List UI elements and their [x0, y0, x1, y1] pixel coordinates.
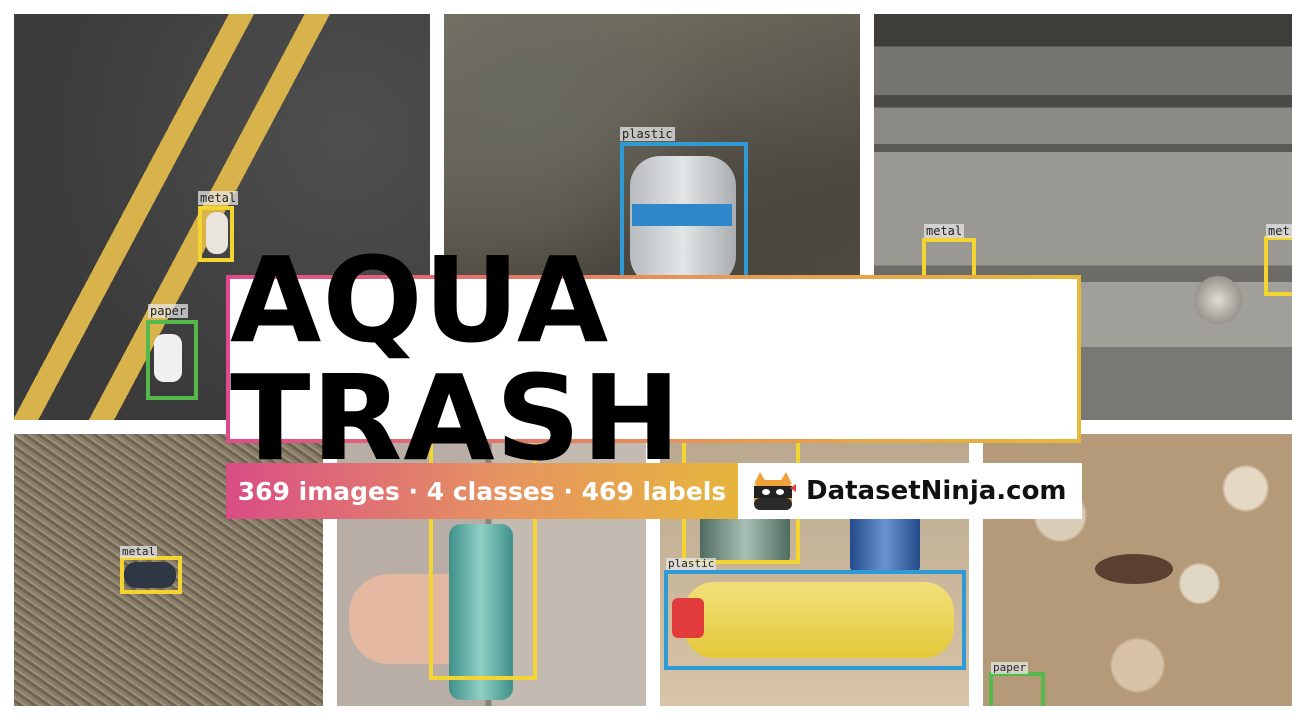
bbox-paper — [989, 672, 1045, 706]
dataset-stats: 369 images · 4 classes · 469 labels — [226, 463, 738, 519]
brand-badge[interactable]: DatasetNinja.com — [738, 463, 1082, 519]
bbox-plastic — [664, 570, 966, 670]
bbox-label-plastic: plastic — [620, 127, 675, 141]
bbox-metal — [198, 206, 234, 262]
bbox-label-plastic: plastic — [666, 557, 717, 570]
can-object — [1194, 276, 1242, 324]
ninja-cat-icon — [750, 470, 796, 512]
bbox-metal — [120, 556, 182, 594]
bbox-label-metal: metal — [924, 224, 965, 238]
title-banner-inner: AQUA TRASH — [230, 241, 1077, 477]
bbox-label-metal-partial: met — [1266, 224, 1292, 238]
bbox-label-paper: paper — [148, 304, 189, 318]
brand-name[interactable]: DatasetNinja.com — [806, 476, 1067, 506]
bbox-label-metal: metal — [120, 545, 158, 558]
stone-object — [1095, 554, 1173, 584]
title-banner: AQUA TRASH — [226, 241, 1081, 477]
bbox-metal-partial — [1264, 236, 1292, 296]
bbox-paper — [146, 320, 198, 400]
bbox-label-metal: metal — [198, 191, 239, 205]
bbox-label-paper: paper — [991, 661, 1029, 674]
page-title: AQUA TRASH — [230, 231, 682, 487]
